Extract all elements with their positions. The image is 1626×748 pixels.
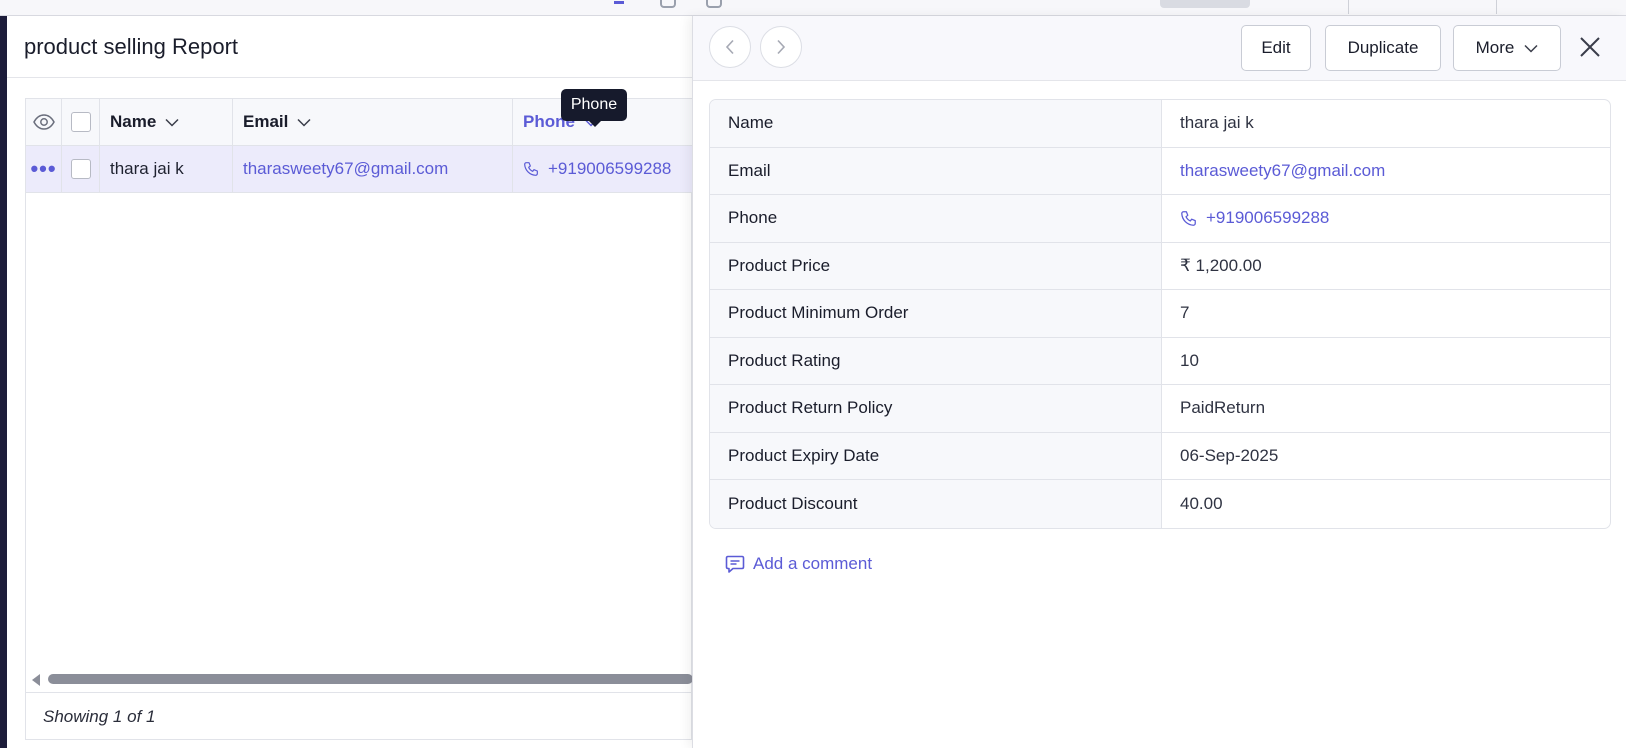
cell-name[interactable]: thara jai k xyxy=(100,146,233,192)
toolbar-divider xyxy=(1496,0,1497,14)
field-value[interactable]: 40.00 xyxy=(1162,480,1610,528)
edit-button[interactable]: Edit xyxy=(1241,25,1311,71)
email-link[interactable]: tharasweety67@gmail.com xyxy=(243,159,448,179)
field-value[interactable]: thara jai k xyxy=(1162,100,1610,147)
toolbar-indicator xyxy=(614,0,624,4)
field-label: Name xyxy=(710,100,1162,147)
phone-field-value[interactable]: +919006599288 xyxy=(1162,195,1610,242)
column-header-email[interactable]: Email xyxy=(233,99,513,145)
toolbar-pill[interactable] xyxy=(1160,0,1250,8)
chevron-left-icon xyxy=(725,39,734,55)
field-value[interactable]: 7 xyxy=(1162,290,1610,337)
field-row-product-discount: Product Discount 40.00 xyxy=(710,480,1610,528)
chevron-right-icon xyxy=(777,39,786,55)
field-row-product-return-policy: Product Return Policy PaidReturn xyxy=(710,385,1610,433)
field-label: Phone xyxy=(710,195,1162,242)
scrollbar-thumb[interactable] xyxy=(48,674,693,684)
select-all-checkbox-cell[interactable] xyxy=(62,99,100,145)
browser-toolbar-strip xyxy=(0,0,1626,16)
eye-icon xyxy=(32,114,55,130)
previous-record-button[interactable] xyxy=(709,26,751,68)
add-comment-link[interactable]: Add a comment xyxy=(725,554,872,574)
report-header: product selling Report xyxy=(7,16,692,78)
phone-icon xyxy=(1180,210,1197,227)
page-title: product selling Report xyxy=(24,34,239,59)
field-label: Product Expiry Date xyxy=(710,432,1162,479)
field-row-product-price: Product Price ₹ 1,200.00 xyxy=(710,242,1610,290)
toolbar-icon[interactable] xyxy=(706,0,722,8)
field-label: Product Rating xyxy=(710,337,1162,384)
field-value[interactable]: PaidReturn xyxy=(1162,385,1610,432)
row-actions-cell[interactable]: ••• xyxy=(26,146,62,192)
chevron-down-icon xyxy=(1524,44,1538,53)
column-tooltip: Phone xyxy=(561,89,627,127)
more-button[interactable]: More xyxy=(1453,25,1561,71)
detail-toolbar: Edit Duplicate More xyxy=(693,16,1626,81)
field-label: Product Discount xyxy=(710,480,1162,528)
table-row[interactable]: ••• thara jai k tharasweety67@gmail.com … xyxy=(26,146,693,193)
column-header-name[interactable]: Name xyxy=(100,99,233,145)
more-actions-icon[interactable]: ••• xyxy=(30,158,56,180)
record-fields-table: Name thara jai k Email tharasweety67@gma… xyxy=(709,99,1611,529)
cell-name-text: thara jai k xyxy=(110,159,184,178)
add-comment-label: Add a comment xyxy=(753,554,873,573)
chevron-down-icon[interactable] xyxy=(297,118,311,127)
close-icon xyxy=(1580,37,1600,57)
next-record-button[interactable] xyxy=(760,26,802,68)
field-row-product-expiry-date: Product Expiry Date 06-Sep-2025 xyxy=(710,432,1610,480)
cell-phone[interactable]: +919006599288 xyxy=(513,146,693,192)
scroll-left-arrow[interactable] xyxy=(32,674,40,686)
toolbar-divider xyxy=(1348,0,1349,14)
field-label: Product Return Policy xyxy=(710,385,1162,432)
duplicate-button[interactable]: Duplicate xyxy=(1325,25,1441,71)
comment-icon xyxy=(725,555,745,573)
cell-email[interactable]: tharasweety67@gmail.com xyxy=(233,146,513,192)
field-row-product-rating: Product Rating 10 xyxy=(710,337,1610,385)
row-checkbox-cell[interactable] xyxy=(62,146,100,192)
column-header-label: Name xyxy=(110,112,157,131)
more-button-label: More xyxy=(1475,38,1515,57)
field-label: Product Minimum Order xyxy=(710,290,1162,337)
toolbar-icon[interactable] xyxy=(660,0,676,8)
report-grid: Name Email Phone ••• thara jai k tharasw… xyxy=(25,98,693,740)
app-sidebar-edge xyxy=(0,16,7,748)
column-visibility-toggle[interactable] xyxy=(26,99,62,145)
email-link[interactable]: tharasweety67@gmail.com xyxy=(1162,148,1610,195)
field-row-email: Email tharasweety67@gmail.com xyxy=(710,147,1610,195)
phone-icon xyxy=(523,161,539,177)
field-value[interactable]: 06-Sep-2025 xyxy=(1162,433,1610,480)
field-value[interactable]: 10 xyxy=(1162,338,1610,385)
field-row-product-minimum-order: Product Minimum Order 7 xyxy=(710,290,1610,338)
record-detail-panel: Edit Duplicate More Name thara jai k Ema… xyxy=(692,16,1626,748)
close-button[interactable] xyxy=(1575,32,1605,62)
select-all-checkbox[interactable] xyxy=(70,112,91,132)
row-checkbox[interactable] xyxy=(70,159,91,179)
field-value[interactable]: ₹ 1,200.00 xyxy=(1162,243,1610,290)
phone-link[interactable]: +919006599288 xyxy=(1206,208,1329,228)
field-label: Email xyxy=(710,147,1162,194)
chevron-down-icon[interactable] xyxy=(165,118,179,127)
field-row-name: Name thara jai k xyxy=(710,100,1610,148)
report-panel: product selling Report Name Email Phone xyxy=(7,16,693,748)
phone-link[interactable]: +919006599288 xyxy=(548,159,671,179)
field-label: Product Price xyxy=(710,242,1162,289)
column-header-label: Email xyxy=(243,112,289,131)
grid-footer-count: Showing 1 of 1 xyxy=(26,692,693,740)
horizontal-scrollbar[interactable] xyxy=(26,671,693,687)
field-row-phone: Phone +919006599288 xyxy=(710,195,1610,243)
